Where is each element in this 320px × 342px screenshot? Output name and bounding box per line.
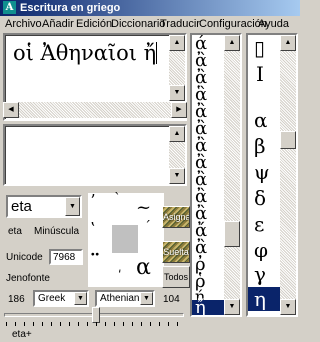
menu-edicion[interactable]: Edición — [76, 17, 112, 31]
scroll-up-icon[interactable]: ▲ — [224, 35, 240, 51]
title-bar[interactable]: A Escritura en griego — [0, 0, 300, 16]
letter-select-value: eta — [11, 198, 32, 215]
glyph-cell — [112, 225, 138, 253]
letter-list-item-selected[interactable]: η — [248, 287, 282, 311]
font-size-value: 186 — [8, 294, 25, 305]
app-window: A Escritura en griego Archivo Añadir Edi… — [0, 0, 300, 342]
scroll-right-icon[interactable]: ▶ — [171, 102, 187, 118]
smooth-breathing-mark: ʼ — [90, 191, 96, 210]
scroll-thumb[interactable] — [280, 131, 296, 149]
scroll-up-icon[interactable]: ▲ — [169, 126, 185, 142]
font-select-value: Greek — [38, 293, 66, 304]
dialect-select-value: Athenian — [100, 293, 140, 304]
letter-list[interactable]: ▯ Ι α β ψ δ ε φ γ η ▲ ▼ — [246, 33, 298, 317]
glyph-preview: ʼ ` ~ ʽ ΄ ¨ ͵ α — [88, 191, 164, 287]
text-caret — [156, 42, 158, 64]
voice-button[interactable]: Suelta — [162, 241, 190, 263]
slider-ticks — [6, 322, 184, 326]
chevron-down-icon[interactable]: ▼ — [140, 292, 153, 305]
letter-list-scrollbar[interactable]: ▲ ▼ — [280, 35, 296, 315]
dialect-select[interactable]: Athenian ▼ — [95, 290, 155, 307]
script-size-value: 104 — [163, 294, 180, 305]
glyph-list-scrollbar[interactable]: ▲ ▼ — [224, 35, 240, 315]
window-title: Escritura en griego — [20, 2, 121, 14]
menu-anadir[interactable]: Añadir — [42, 17, 74, 31]
scroll-thumb[interactable] — [224, 221, 240, 247]
letter-name-label: eta — [8, 226, 22, 237]
assign-button[interactable]: Asigna — [162, 206, 190, 228]
menu-archivo[interactable]: Archivo — [5, 17, 42, 31]
all-button[interactable]: Todos — [162, 266, 190, 288]
menu-ayuda[interactable]: Ayuda — [258, 17, 289, 31]
menu-diccionario[interactable]: Diccionario — [111, 17, 165, 31]
accented-glyph-list[interactable]: ά ἂ ἂ ἃ ἂ ἂ ἂ ἂ ἂ ἂ ἂ ἄ ἂ ῤ ῥ ή ἤ ▲ ▼ — [190, 33, 242, 317]
scroll-left-icon[interactable]: ◀ — [3, 102, 19, 118]
rough-breathing-mark: ʽ — [90, 219, 96, 238]
chevron-down-icon[interactable]: ▼ — [74, 292, 87, 305]
scroll-down-icon[interactable]: ▼ — [224, 299, 240, 315]
chevron-down-icon[interactable]: ▼ — [65, 197, 80, 216]
scroll-down-icon[interactable]: ▼ — [169, 168, 185, 184]
editor-text: οἱ Ἀθηναῖοι ἤ — [13, 41, 157, 65]
font-select[interactable]: Greek ▼ — [33, 290, 89, 307]
circumflex-mark: ~ — [136, 197, 152, 218]
letter-select[interactable]: eta ▼ — [6, 195, 82, 218]
slider-thumb[interactable] — [92, 307, 100, 323]
font-name-label: Jenofonte — [6, 273, 50, 284]
grave-accent-mark: ` — [114, 191, 121, 207]
app-logo-icon: A — [3, 1, 16, 14]
iota-subscript-mark: ͵ — [118, 259, 122, 273]
scroll-up-icon[interactable]: ▲ — [280, 35, 296, 51]
unicode-field[interactable]: 7968 — [49, 249, 83, 265]
preview-alpha: α — [136, 255, 151, 280]
scroll-up-icon[interactable]: ▲ — [169, 35, 185, 51]
menu-configuracion[interactable]: Configuración — [199, 17, 267, 31]
glyph-list-item-selected[interactable]: ἤ — [192, 299, 226, 315]
editor-hscrollbar[interactable]: ◀ ▶ — [3, 102, 187, 118]
acute-accent-mark: ΄ — [144, 219, 151, 235]
diaeresis-mark: ¨ — [90, 249, 100, 273]
output-vscrollbar[interactable]: ▲ ▼ — [169, 126, 185, 184]
case-label: Minúscula — [34, 226, 80, 237]
slider-label: eta+ — [12, 329, 32, 340]
editor-vscrollbar[interactable]: ▲ ▼ — [169, 35, 185, 101]
output-area[interactable]: ▲ ▼ — [3, 124, 187, 186]
scroll-down-icon[interactable]: ▼ — [169, 85, 185, 101]
unicode-label: Unicode — [6, 252, 43, 263]
menu-traducir[interactable]: Traducir — [160, 17, 200, 31]
menu-bar: Archivo Añadir Edición Diccionario Tradu… — [0, 16, 300, 32]
scroll-down-icon[interactable]: ▼ — [280, 299, 296, 315]
